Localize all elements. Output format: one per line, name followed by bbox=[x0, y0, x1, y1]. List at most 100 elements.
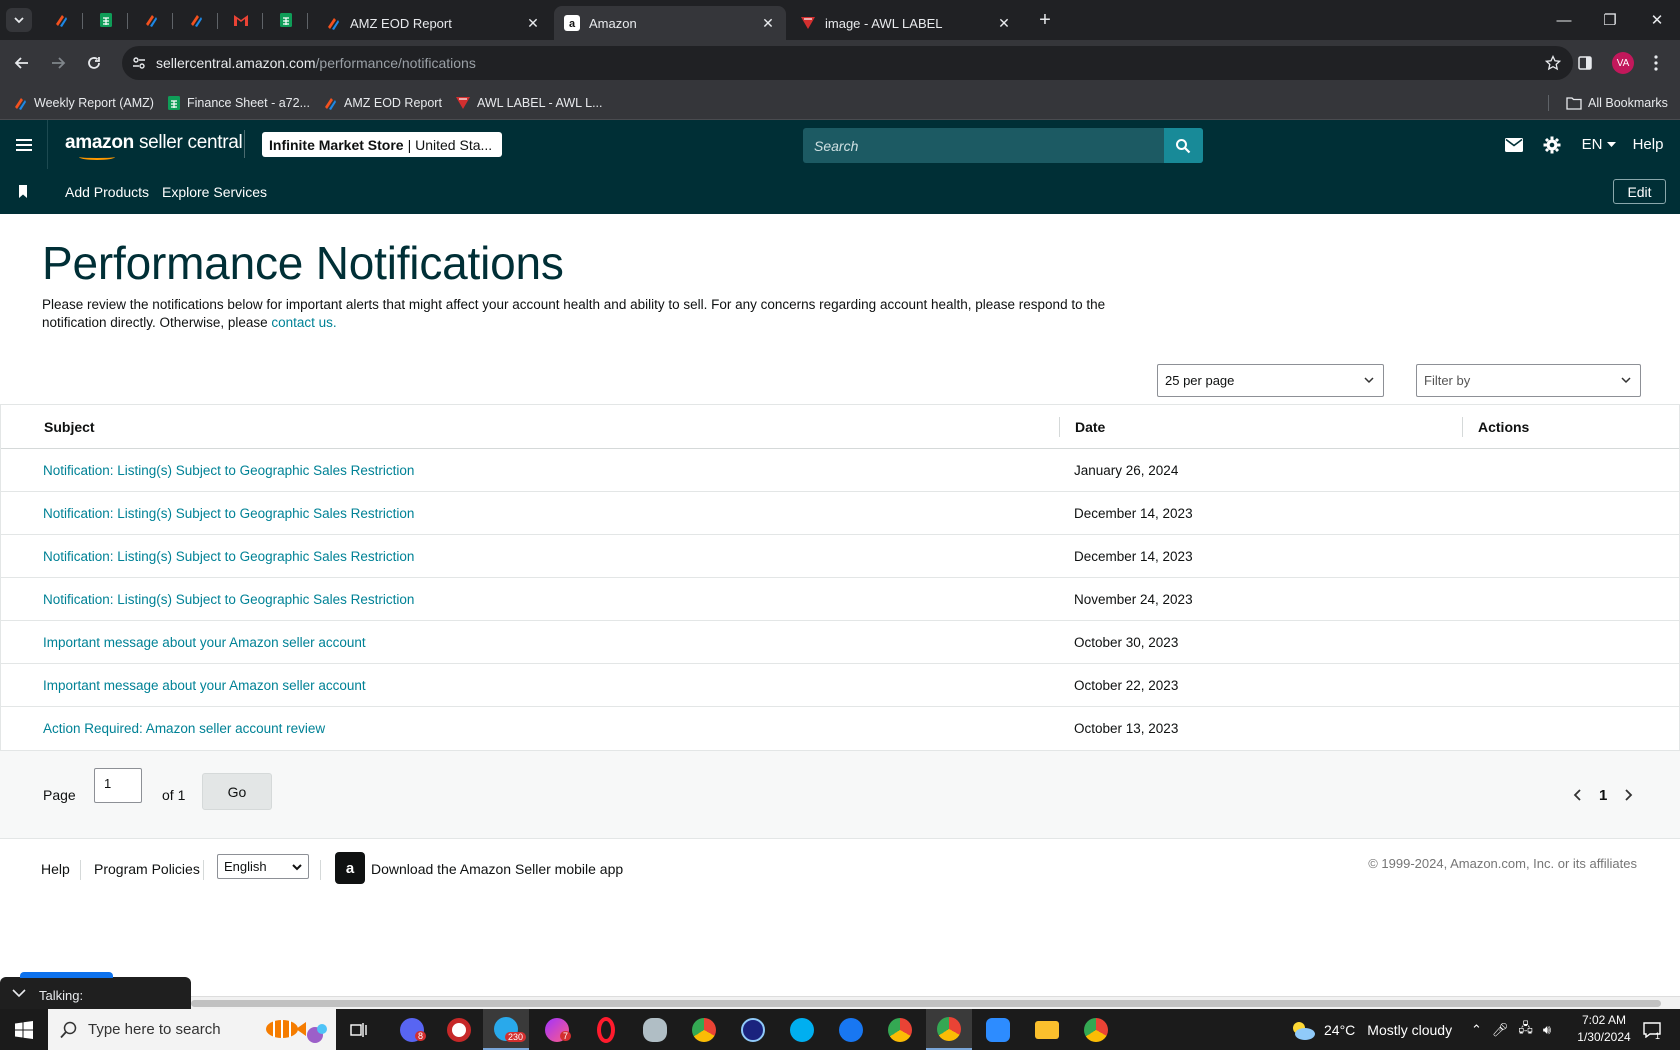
opera-app-icon[interactable] bbox=[583, 1009, 629, 1050]
volume-icon[interactable]: 🔊︎ bbox=[1543, 1022, 1551, 1038]
prev-page-icon[interactable] bbox=[1573, 785, 1583, 805]
pinned-tab-sheets-2[interactable] bbox=[263, 6, 308, 34]
download-app-link[interactable]: Download the Amazon Seller mobile app bbox=[371, 839, 623, 899]
minimize-icon[interactable]: — bbox=[1541, 0, 1587, 40]
site-info-icon[interactable] bbox=[131, 55, 147, 71]
url-text[interactable]: sellercentral.amazon.com/performance/not… bbox=[156, 55, 476, 71]
nav-explore-services[interactable]: Explore Services bbox=[162, 169, 267, 214]
chevron-down-icon[interactable] bbox=[12, 988, 26, 998]
footer-language-value: English bbox=[224, 859, 267, 874]
chrome-active-app-icon[interactable] bbox=[926, 1009, 972, 1050]
page-number-input[interactable]: 1 bbox=[94, 768, 142, 803]
notification-subject-link[interactable]: Notification: Listing(s) Subject to Geog… bbox=[43, 578, 414, 621]
tab-search-chevron-icon[interactable] bbox=[6, 8, 32, 32]
notification-subject-link[interactable]: Important message about your Amazon sell… bbox=[43, 621, 366, 664]
microphone-icon[interactable]: 🎤︎ bbox=[1492, 1022, 1509, 1038]
clock-app-icon[interactable] bbox=[730, 1009, 776, 1050]
browser-menu-icon[interactable] bbox=[1642, 49, 1670, 77]
zoom-talking-panel[interactable]: Talking: bbox=[0, 972, 191, 1013]
pinned-tab-sheets[interactable] bbox=[83, 6, 128, 34]
close-tab-icon[interactable]: ✕ bbox=[525, 15, 541, 31]
current-page-number[interactable]: 1 bbox=[1599, 785, 1607, 805]
chrome-app-icon[interactable] bbox=[681, 1009, 727, 1050]
help-link[interactable]: Help bbox=[1628, 120, 1668, 169]
messenger-app-icon[interactable]: 7 bbox=[534, 1009, 580, 1050]
settings-gear-icon[interactable] bbox=[1538, 120, 1566, 169]
edit-button[interactable]: Edit bbox=[1613, 179, 1666, 204]
close-window-icon[interactable]: ✕ bbox=[1634, 0, 1680, 40]
forward-arrow-icon[interactable] bbox=[44, 49, 72, 77]
back-arrow-icon[interactable] bbox=[8, 49, 36, 77]
app-icon-cloud[interactable] bbox=[632, 1009, 678, 1050]
notification-subject-link[interactable]: Important message about your Amazon sell… bbox=[43, 664, 366, 707]
bookmark-weekly-report[interactable]: Weekly Report (AMZ) bbox=[12, 86, 154, 120]
notification-date: October 30, 2023 bbox=[1074, 635, 1179, 650]
amazon-app-icon[interactable]: a bbox=[335, 852, 365, 884]
close-tab-icon[interactable]: ✕ bbox=[760, 15, 776, 31]
facebook-app-icon[interactable] bbox=[828, 1009, 874, 1050]
tray-chevron-up-icon[interactable]: ⌃ bbox=[1471, 1022, 1482, 1038]
pinned-tab-report-2[interactable] bbox=[128, 6, 173, 34]
new-tab-button[interactable]: + bbox=[1032, 8, 1058, 32]
pinned-tab-report[interactable] bbox=[38, 6, 83, 34]
mail-icon[interactable] bbox=[1500, 120, 1528, 169]
footer-program-policies-link[interactable]: Program Policies bbox=[94, 839, 200, 899]
close-tab-icon[interactable]: ✕ bbox=[996, 15, 1012, 31]
tab-awl-label[interactable]: image - AWL LABEL ✕ bbox=[790, 6, 1022, 40]
address-bar[interactable]: sellercentral.amazon.com/performance/not… bbox=[122, 46, 1573, 80]
network-icon[interactable]: 🖧︎ bbox=[1518, 1019, 1533, 1041]
table-row: Notification: Listing(s) Subject to Geog… bbox=[1, 492, 1679, 535]
bookmark-finance-sheet[interactable]: Finance Sheet - a72... bbox=[167, 86, 310, 120]
notification-subject-link[interactable]: Notification: Listing(s) Subject to Geog… bbox=[43, 492, 414, 535]
pinned-tab-gmail[interactable] bbox=[218, 6, 263, 34]
per-page-select[interactable]: 25 per page bbox=[1157, 364, 1384, 397]
bookmarks-bar: Weekly Report (AMZ) Finance Sheet - a72.… bbox=[0, 86, 1680, 120]
file-explorer-icon[interactable] bbox=[1024, 1009, 1070, 1050]
discord-app-icon[interactable]: 8 bbox=[389, 1009, 435, 1050]
restore-icon[interactable]: ❐ bbox=[1587, 0, 1633, 40]
tab-amz-eod-report[interactable]: AMZ EOD Report ✕ bbox=[315, 6, 551, 40]
side-panel-icon[interactable] bbox=[1571, 49, 1599, 77]
windows-start-icon[interactable] bbox=[0, 1009, 48, 1050]
language-selector[interactable]: EN bbox=[1578, 120, 1620, 169]
filter-select[interactable]: Filter by bbox=[1416, 364, 1641, 397]
nav-add-products[interactable]: Add Products bbox=[65, 169, 149, 214]
chrome-va-app-icon[interactable] bbox=[1073, 1009, 1119, 1050]
bookmark-ribbon-icon[interactable] bbox=[18, 169, 28, 214]
search-input[interactable]: Search bbox=[803, 128, 1203, 163]
notification-center-icon[interactable]: 1 bbox=[1643, 1009, 1661, 1050]
all-bookmarks-button[interactable]: All Bookmarks bbox=[1566, 86, 1668, 120]
column-date[interactable]: Date bbox=[1075, 405, 1105, 449]
reload-icon[interactable] bbox=[80, 49, 108, 77]
go-button[interactable]: Go bbox=[202, 773, 272, 810]
footer-language-select[interactable]: English bbox=[217, 854, 309, 879]
bookmark-amz-eod[interactable]: AMZ EOD Report bbox=[322, 86, 442, 120]
pinned-tab-report-3[interactable] bbox=[173, 6, 218, 34]
column-subject[interactable]: Subject bbox=[44, 405, 95, 449]
bookmark-awl-label[interactable]: AWL LABEL - AWL L... bbox=[455, 86, 603, 120]
horizontal-scrollbar[interactable] bbox=[191, 996, 1680, 1009]
scrollbar-thumb[interactable] bbox=[191, 1000, 1661, 1007]
profile-avatar[interactable]: VA bbox=[1612, 52, 1634, 74]
seller-central-logo[interactable]: amazon seller central bbox=[65, 132, 243, 160]
search-button[interactable] bbox=[1164, 128, 1203, 163]
telegram-app-icon[interactable]: 230 bbox=[483, 1009, 529, 1050]
chrome-profile-app-icon[interactable] bbox=[877, 1009, 923, 1050]
notification-subject-link[interactable]: Notification: Listing(s) Subject to Geog… bbox=[43, 449, 414, 492]
footer-help-link[interactable]: Help bbox=[41, 839, 70, 899]
taskbar-clock[interactable]: 7:02 AM 1/30/2024 bbox=[1568, 1012, 1640, 1046]
bookmark-star-icon[interactable] bbox=[1545, 55, 1561, 71]
zoom-app-icon[interactable] bbox=[975, 1009, 1021, 1050]
tab-amazon[interactable]: a Amazon ✕ bbox=[554, 6, 786, 40]
notification-subject-link[interactable]: Notification: Listing(s) Subject to Geog… bbox=[43, 535, 414, 578]
weather-widget[interactable]: 24°C Mostly cloudy bbox=[1290, 1009, 1452, 1050]
skype-app-icon[interactable] bbox=[779, 1009, 825, 1050]
contact-us-link[interactable]: contact us. bbox=[271, 315, 336, 330]
store-switcher[interactable]: Infinite Market Store | United Sta... bbox=[262, 132, 502, 157]
app-icon-red[interactable] bbox=[436, 1009, 482, 1050]
next-page-icon[interactable] bbox=[1623, 785, 1633, 805]
taskbar-search-input[interactable]: Type here to search bbox=[48, 1009, 336, 1050]
notification-subject-link[interactable]: Action Required: Amazon seller account r… bbox=[43, 707, 325, 750]
hamburger-menu-icon[interactable] bbox=[0, 120, 48, 169]
task-view-icon[interactable] bbox=[336, 1009, 382, 1050]
